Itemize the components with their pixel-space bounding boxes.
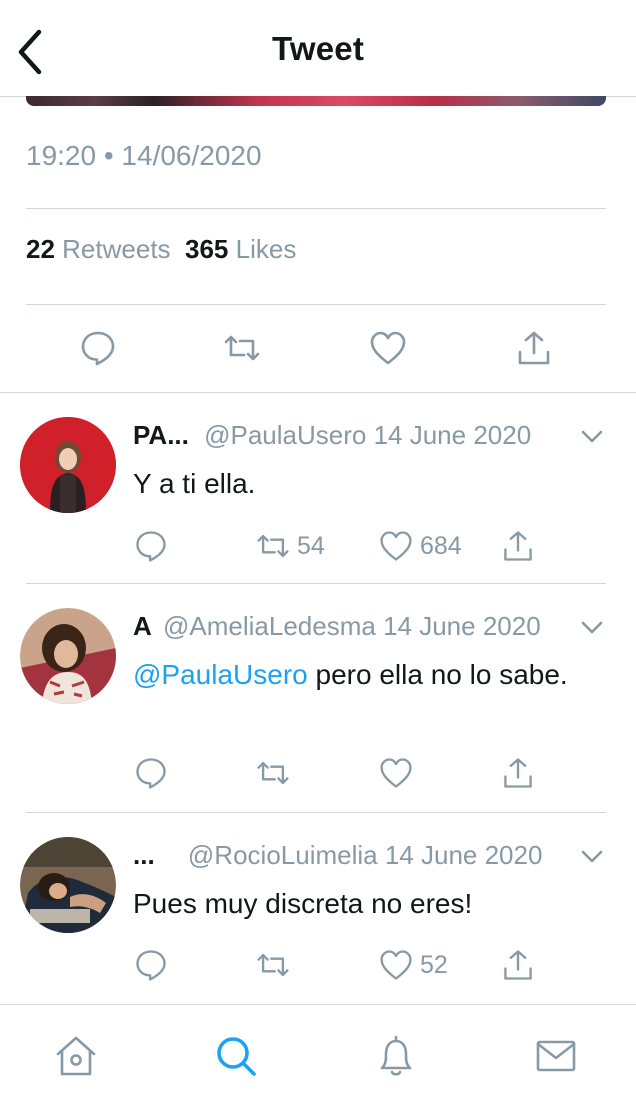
share-button[interactable] (500, 753, 536, 793)
reply-header: A @AmeliaLedesma 14 June 2020 (133, 611, 541, 642)
retweet-button[interactable] (255, 945, 297, 985)
like-icon (370, 331, 406, 365)
reply-tweet[interactable]: ... @RocioLuimelia 14 June 2020 Pues muy… (0, 837, 636, 1000)
tab-search[interactable] (206, 1028, 266, 1084)
tab-notifications[interactable] (366, 1028, 426, 1084)
retweet-icon (257, 534, 289, 558)
chevron-down-icon[interactable] (578, 613, 606, 641)
retweets-stat[interactable]: 22 Retweets (26, 234, 171, 264)
username-handle[interactable]: @PaulaUsero (204, 420, 366, 450)
like-icon (380, 758, 412, 788)
reply-button[interactable] (133, 753, 169, 793)
home-icon (56, 1036, 96, 1076)
reply-text: Pues muy discreta no eres! (133, 884, 603, 924)
reply-button[interactable] (76, 326, 120, 370)
divider (26, 304, 606, 305)
reply-text: Y a ti ella. (133, 464, 603, 504)
page-title: Tweet (271, 30, 365, 67)
retweets-count: 22 (26, 234, 55, 264)
reply-actions: 52 (0, 945, 636, 985)
reply-date: 14 June 2020 (384, 840, 543, 870)
tweet-media-image[interactable] (26, 96, 606, 106)
display-name[interactable]: ... (133, 840, 155, 870)
like-icon (380, 950, 412, 980)
messages-icon (536, 1040, 576, 1072)
like-count: 684 (420, 531, 462, 560)
avatar[interactable] (20, 417, 116, 513)
like-button[interactable]: 684 (378, 526, 462, 566)
share-button[interactable] (500, 945, 536, 985)
username-handle[interactable]: @RocioLuimelia (188, 840, 378, 870)
likes-label: Likes (235, 234, 297, 264)
reply-body: Y a ti ella. (133, 468, 256, 499)
reply-icon (136, 531, 166, 562)
reply-body: pero ella no lo sabe. (315, 659, 568, 690)
username-handle[interactable]: @AmeliaLedesma (163, 611, 376, 641)
chevron-down-icon[interactable] (578, 422, 606, 450)
retweet-icon (224, 335, 260, 361)
like-icon (380, 531, 412, 561)
divider (0, 392, 636, 393)
divider (26, 812, 606, 813)
display-name[interactable]: A (133, 611, 152, 641)
tweet-actions (0, 326, 636, 370)
divider (26, 208, 606, 209)
notifications-icon (380, 1035, 412, 1076)
tweet-timestamp: 19:20 • 14/06/2020 (26, 140, 262, 171)
share-button[interactable] (500, 526, 536, 566)
chevron-down-icon[interactable] (578, 842, 606, 870)
share-button[interactable] (512, 326, 556, 370)
reply-tweet[interactable]: A @AmeliaLedesma 14 June 2020 @PaulaUser… (0, 608, 636, 811)
reply-header: ... @RocioLuimelia 14 June 2020 (133, 840, 542, 871)
like-button[interactable] (378, 753, 420, 793)
avatar-photo (20, 608, 116, 704)
reply-date: 14 June 2020 (383, 611, 541, 641)
like-count: 52 (420, 950, 448, 979)
reply-date: 14 June 2020 (373, 420, 532, 450)
reply-actions (0, 753, 636, 793)
tab-home[interactable] (46, 1028, 106, 1084)
display-name[interactable]: PA... (133, 420, 189, 450)
likes-count: 365 (185, 234, 229, 264)
reply-actions: 54 684 (0, 526, 636, 566)
tweet-stats: 22 Retweets 365 Likes (26, 234, 296, 265)
share-icon (504, 758, 532, 788)
share-icon (504, 531, 532, 561)
retweet-icon (257, 953, 289, 977)
avatar[interactable] (20, 837, 116, 933)
reply-tweet[interactable]: PA... @PaulaUsero 14 June 2020 Y a ti el… (0, 417, 636, 580)
like-button[interactable] (366, 326, 410, 370)
retweet-button[interactable]: 54 (255, 526, 325, 566)
retweet-count: 54 (297, 531, 325, 560)
likes-stat[interactable]: 365 Likes (185, 234, 296, 264)
divider (26, 583, 606, 584)
retweet-button[interactable] (220, 326, 264, 370)
retweet-icon (257, 761, 289, 785)
like-button[interactable]: 52 (378, 945, 448, 985)
avatar[interactable] (20, 608, 116, 704)
reply-header: PA... @PaulaUsero 14 June 2020 (133, 420, 531, 451)
reply-button[interactable] (133, 526, 169, 566)
share-icon (518, 331, 550, 365)
tab-bar-divider (0, 1004, 636, 1005)
reply-body: Pues muy discreta no eres! (133, 888, 473, 919)
retweet-button[interactable] (255, 753, 297, 793)
mention-link[interactable]: @PaulaUsero (133, 659, 308, 690)
reply-text: @PaulaUsero pero ella no lo sabe. (133, 655, 603, 695)
reply-icon (136, 758, 166, 789)
tab-messages[interactable] (526, 1028, 586, 1084)
top-bar: Tweet (0, 0, 636, 96)
retweets-label: Retweets (62, 234, 171, 264)
share-icon (504, 950, 532, 980)
reply-button[interactable] (133, 945, 169, 985)
reply-icon (81, 331, 115, 366)
search-icon (217, 1037, 256, 1076)
avatar-photo (20, 837, 116, 933)
avatar-photo (20, 417, 116, 513)
reply-icon (136, 950, 166, 981)
